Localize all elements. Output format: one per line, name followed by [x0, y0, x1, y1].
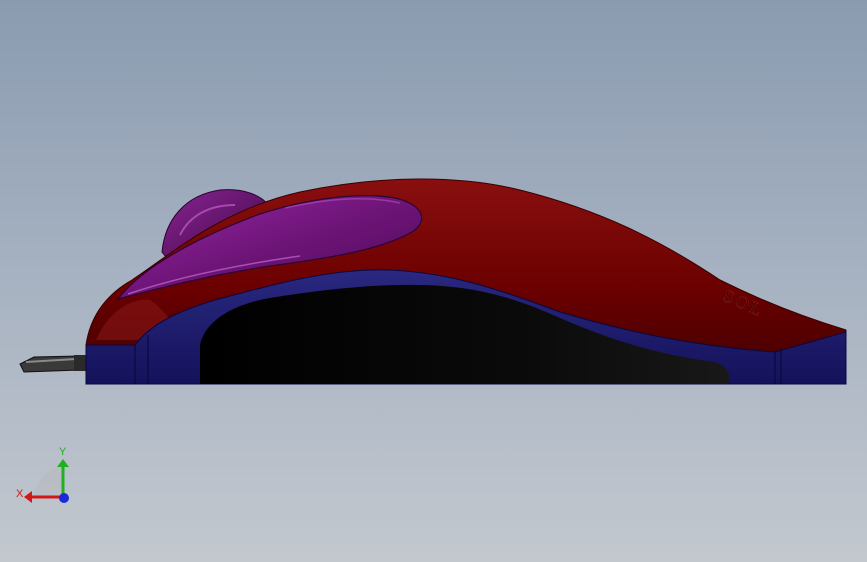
view-orientation-triad[interactable]: Y X [16, 446, 69, 503]
triad-z-axis [59, 493, 69, 503]
triad-y-label: Y [59, 446, 67, 458]
triad-x-arrowhead [24, 491, 32, 503]
triad-x-label: X [16, 488, 24, 500]
model-view[interactable]: SOL Y X [0, 0, 867, 562]
cable [19, 355, 88, 373]
triad-y-arrowhead [57, 459, 69, 467]
triad-plane-shading [33, 466, 62, 497]
graphics-viewport[interactable]: SOL Y X [0, 0, 867, 562]
